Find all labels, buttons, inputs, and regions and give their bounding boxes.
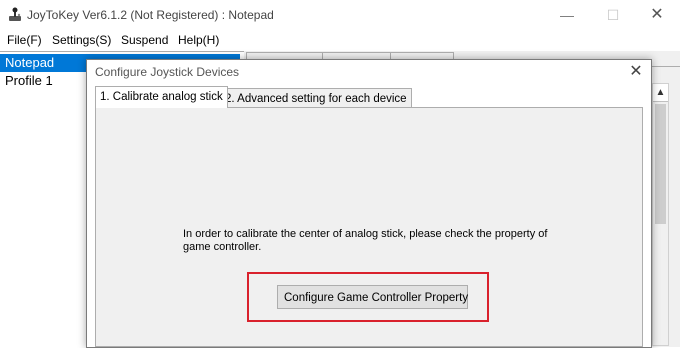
menu-file[interactable]: File(F): [7, 33, 42, 47]
dialog-title: Configure Joystick Devices: [95, 65, 240, 79]
close-window-button[interactable]: ✕: [634, 0, 680, 30]
tab-calibrate-analog-stick[interactable]: 1. Calibrate analog stick: [95, 86, 228, 108]
joystick-icon: [9, 7, 21, 21]
dialog-close-button[interactable]: ✕: [623, 60, 649, 84]
menu-help[interactable]: Help(H): [178, 33, 219, 47]
menu-bar: File(F) Settings(S) Suspend Help(H): [0, 30, 680, 50]
dialog-tab-strip: 1. Calibrate analog stick 2. Advanced se…: [95, 86, 643, 108]
configure-game-controller-button[interactable]: Configure Game Controller Property: [277, 285, 468, 309]
tab-advanced-setting[interactable]: 2. Advanced setting for each device: [220, 88, 412, 108]
scrollbar-thumb[interactable]: [655, 104, 666, 224]
window-title: JoyToKey Ver6.1.2 (Not Registered) : Not…: [27, 8, 274, 22]
calibration-instruction: In order to calibrate the center of anal…: [183, 228, 548, 253]
dialog-tab-panel: In order to calibrate the center of anal…: [95, 107, 643, 347]
configure-joystick-dialog: Configure Joystick Devices ✕ 1. Calibrat…: [86, 59, 652, 348]
menu-settings[interactable]: Settings(S): [52, 33, 111, 47]
menu-suspend[interactable]: Suspend: [121, 33, 168, 47]
maximize-button[interactable]: ☐: [590, 0, 636, 30]
main-scrollbar[interactable]: ▲: [652, 83, 669, 346]
scroll-up-arrow-icon[interactable]: ▲: [653, 84, 668, 102]
minimize-button[interactable]: —: [544, 0, 590, 30]
main-titlebar: JoyToKey Ver6.1.2 (Not Registered) : Not…: [0, 0, 680, 30]
